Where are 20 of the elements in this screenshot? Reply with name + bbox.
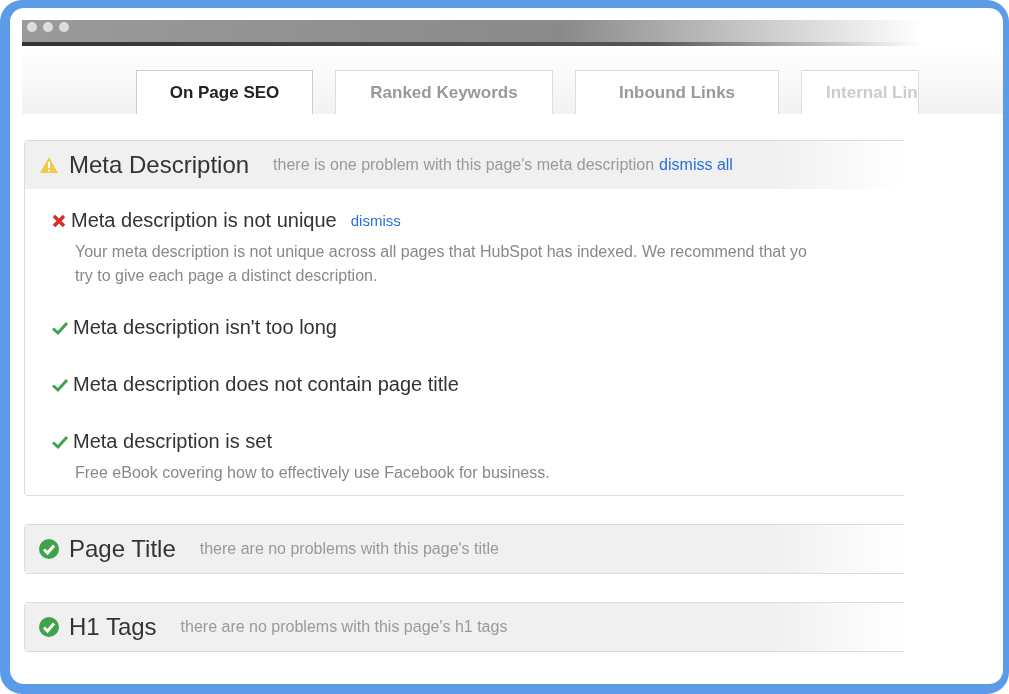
section-summary: there are no problems with this page's h1 tags xyxy=(180,618,508,636)
dismiss-all-link[interactable]: dismiss all xyxy=(659,156,733,174)
window-button[interactable] xyxy=(26,21,38,33)
tab[interactable]: On Page SEO xyxy=(136,70,313,114)
dismiss-link[interactable]: dismiss xyxy=(350,212,401,229)
section-title: H1 Tags xyxy=(69,613,157,641)
check-detail: Your meta description is not unique across all pages that HubSpot has indexed. We recommend that yo try to give each page a distinct description. xyxy=(75,242,808,286)
tab[interactable]: Inbound Links xyxy=(575,70,779,114)
check-label: Meta description is not unique xyxy=(71,209,337,232)
window-button[interactable] xyxy=(42,21,54,33)
check-detail: Free eBook covering how to effectively use Facebook for business. xyxy=(75,463,551,483)
check-label: Meta description is set xyxy=(73,430,272,453)
section-title: Page Title xyxy=(69,535,176,563)
section-summary: there are no problems with this page's title xyxy=(199,540,499,558)
check-label: Meta description isn't too long xyxy=(73,316,337,339)
section-title: Meta Description xyxy=(69,151,250,179)
section-summary: there is one problem with this page's meta description xyxy=(273,156,655,174)
window-button[interactable] xyxy=(58,21,70,33)
check-label: Meta description does not contain page title xyxy=(73,373,459,396)
tab[interactable]: Ranked Keywords xyxy=(335,70,553,114)
